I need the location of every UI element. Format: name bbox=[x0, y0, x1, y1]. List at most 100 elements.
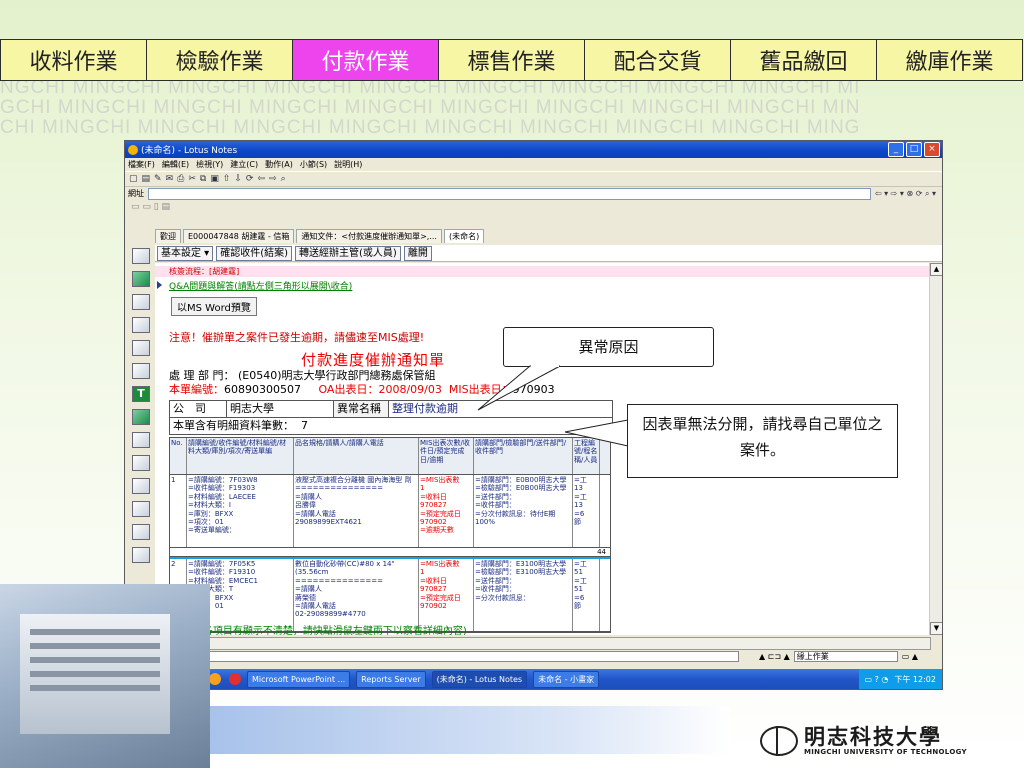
exception-value: 整理付款逾期 bbox=[392, 402, 458, 415]
university-logo: 明志科技大學 MINGCHI UNIVERSITY OF TECHNOLOGY bbox=[760, 722, 1000, 760]
nav-tab-payment[interactable]: 付款作業 bbox=[292, 39, 439, 81]
tab-mailbox[interactable]: E000047848 胡建霆 - 信箱 bbox=[183, 229, 295, 243]
arrow-up-icon[interactable]: ⇧ bbox=[223, 174, 231, 184]
mail-icon[interactable]: ✉ bbox=[166, 174, 174, 184]
address-input[interactable] bbox=[148, 187, 871, 200]
calendar-icon[interactable] bbox=[132, 294, 150, 310]
tab-untitled[interactable]: (未命名) bbox=[443, 229, 485, 243]
nav-tab-warehouse[interactable]: 繳庫作業 bbox=[876, 39, 1023, 81]
status-bar: ▲ ⊏⊐ ▲ 緣上作業 ▭ ▲ bbox=[147, 650, 942, 662]
tray-icons[interactable]: ▭ ? ◔ bbox=[865, 675, 889, 684]
paste-icon[interactable]: ▣ bbox=[210, 174, 219, 184]
grid-icon[interactable] bbox=[132, 432, 150, 448]
mail-bookmark-icon[interactable] bbox=[132, 271, 150, 287]
refresh-icon[interactable]: ⟳ bbox=[246, 174, 254, 184]
search-icon[interactable]: ⌕ bbox=[281, 174, 286, 184]
tab-welcome[interactable]: 歡迎 bbox=[155, 229, 181, 243]
university-logo-icon bbox=[760, 726, 798, 756]
task-powerpoint[interactable]: Microsoft PowerPoint ... bbox=[247, 670, 351, 688]
menu-section[interactable]: 小節(S) bbox=[300, 159, 327, 170]
top-navigation: 收料作業 檢驗作業 付款作業 標售作業 配合交貨 舊品繳回 繳庫作業 bbox=[0, 39, 1023, 81]
tab-notice[interactable]: 通知文件：<付款進度催辦通知單>,... bbox=[296, 229, 442, 243]
qa-section-link[interactable]: Q&A問題與解答(請點左側三角形以展開\收合) bbox=[169, 279, 352, 292]
secondary-toolbar-icons[interactable]: ▭ ▭ ▯ ▤ bbox=[131, 202, 170, 212]
address-label: 網址 bbox=[128, 189, 144, 198]
task-lotus-notes[interactable]: (未命名) - Lotus Notes bbox=[431, 670, 528, 688]
address-row: 網址 ⇦ ▾ ⇨ ▾ ⊗ ⟳ ⌕ ▾ bbox=[125, 187, 942, 200]
replicator-icon[interactable] bbox=[132, 363, 150, 379]
forward-manager-button[interactable]: 轉送經辦主管(或人員) bbox=[295, 245, 401, 261]
secondary-toolbar: ▭ ▭ ▯ ▤ bbox=[125, 200, 942, 213]
contacts-icon[interactable] bbox=[132, 317, 150, 333]
folder-bookmark-2-icon[interactable] bbox=[132, 478, 150, 494]
menu-actions[interactable]: 動作(A) bbox=[265, 159, 293, 170]
folder-bookmark-icon[interactable] bbox=[132, 455, 150, 471]
minimize-button[interactable]: _ bbox=[888, 142, 904, 157]
expand-triangle-icon[interactable] bbox=[157, 281, 162, 289]
browser-nav-icons[interactable]: ⇦ ▾ ⇨ ▾ ⊗ ⟳ ⌕ ▾ bbox=[875, 189, 936, 199]
location-field[interactable]: 緣上作業 bbox=[793, 650, 898, 662]
toolbar: ▢ ▤ ✎ ✉ ⎙ ✂ ⧉ ▣ ⇧ ⇩ ⟳ ⇦ ⇨ ⌕ bbox=[125, 171, 942, 187]
folder-icon[interactable]: ▤ bbox=[142, 174, 151, 184]
status-arrows-icon[interactable]: ▲ ⊏⊐ ▲ bbox=[759, 652, 790, 661]
oa-date-value: 2008/09/03 bbox=[378, 383, 442, 396]
campus-building-photo bbox=[0, 584, 210, 768]
logo-chinese-name: 明志科技大學 bbox=[804, 724, 942, 749]
nav-tab-auction[interactable]: 標售作業 bbox=[438, 39, 585, 81]
detail-count-value: 7 bbox=[301, 419, 308, 432]
detail-table: No. 請購編號/收件編號/材料編號/材料大類/庫別/項次/寄送單編 品名規格/… bbox=[169, 437, 611, 633]
task-reports-server[interactable]: Reports Server bbox=[356, 670, 426, 688]
print-icon[interactable]: ⎙ bbox=[177, 174, 184, 184]
todo-icon[interactable] bbox=[132, 340, 150, 356]
document-number-line: 本單編號：60890300507 OA出表日：2008/09/03 MIS出表日… bbox=[169, 381, 555, 397]
bottom-note-link[interactable]: (若上列各項目有顯示不清楚，請快點滑鼠左鍵兩下以察看詳細內容) bbox=[169, 622, 467, 635]
window-titlebar: (未命名) - Lotus Notes _ □ × bbox=[125, 141, 942, 158]
confirm-receipt-button[interactable]: 確認收件(結案) bbox=[216, 245, 293, 261]
exit-button[interactable]: 離開 bbox=[403, 245, 432, 261]
back-icon[interactable]: ⇦ bbox=[257, 174, 265, 184]
nav-tab-receiving[interactable]: 收料作業 bbox=[0, 39, 147, 81]
arrow-down-icon[interactable]: ⇩ bbox=[234, 174, 242, 184]
scroll-up-icon[interactable]: ▲ bbox=[930, 263, 942, 276]
table-row[interactable]: 2 =請購編號：7F05K5 =收件編號：F19310 =材料編號：EMCEC1… bbox=[170, 557, 610, 632]
quicklaunch-icon[interactable] bbox=[229, 673, 241, 685]
close-button[interactable]: × bbox=[924, 142, 940, 157]
menu-file[interactable]: 檔案(F) bbox=[128, 159, 155, 170]
edit-icon[interactable]: ✎ bbox=[154, 174, 162, 184]
briefcase-icon[interactable] bbox=[132, 409, 150, 425]
basic-settings-button[interactable]: 基本設定 ▾ bbox=[157, 245, 214, 261]
table-row[interactable]: 1 =請購編號：7F03W8 =收件編號：F19303 =材料編號：LAECEE… bbox=[170, 475, 610, 548]
clock: 下午 12:02 bbox=[894, 674, 936, 684]
cut-icon[interactable]: ✂ bbox=[188, 174, 196, 184]
status-inbox-icon[interactable]: ▭ ▲ bbox=[902, 652, 918, 661]
open-icon[interactable]: ▢ bbox=[129, 174, 138, 184]
word-preview-button[interactable]: 以MS Word預覽 bbox=[171, 297, 257, 316]
nav-tab-return[interactable]: 舊品繳回 bbox=[730, 39, 877, 81]
overdue-notice: 注意！催辦單之案件已發生逾期，請儘速至MIS處理! bbox=[169, 331, 425, 344]
nav-tab-inspection[interactable]: 檢驗作業 bbox=[146, 39, 293, 81]
forward-icon[interactable]: ⇨ bbox=[269, 174, 277, 184]
menu-edit[interactable]: 編輯(E) bbox=[162, 159, 189, 170]
scroll-down-icon[interactable]: ▼ bbox=[930, 622, 942, 635]
menu-create[interactable]: 建立(C) bbox=[230, 159, 258, 170]
oa-date-label: OA出表日： bbox=[318, 383, 379, 396]
company-label: 公 司 bbox=[170, 401, 227, 417]
folder-bookmark-3-icon[interactable] bbox=[132, 501, 150, 517]
decorative-blue-band bbox=[210, 706, 730, 754]
home-icon[interactable] bbox=[132, 248, 150, 264]
task-paint[interactable]: 未命名 - 小畫家 bbox=[533, 670, 600, 688]
copy-icon[interactable]: ⧉ bbox=[200, 174, 206, 184]
menu-help[interactable]: 說明(H) bbox=[334, 159, 362, 170]
folder-bookmark-4-icon[interactable] bbox=[132, 547, 150, 563]
window-tabs: 歡迎 E000047848 胡建霆 - 信箱 通知文件：<付款進度催辦通知單>,… bbox=[155, 229, 486, 243]
vertical-scrollbar[interactable]: ▲ ▼ bbox=[929, 263, 942, 635]
text-bookmark-icon[interactable]: T bbox=[132, 386, 150, 402]
maximize-button[interactable]: □ bbox=[906, 142, 922, 157]
menu-view[interactable]: 檢視(Y) bbox=[196, 159, 223, 170]
database-icon[interactable] bbox=[132, 524, 150, 540]
logo-english-name: MINGCHI UNIVERSITY OF TECHNOLOGY bbox=[804, 748, 967, 756]
mis-date-value: 970903 bbox=[512, 383, 555, 396]
quicklaunch-icon[interactable] bbox=[209, 673, 221, 685]
nav-tab-delivery[interactable]: 配合交貨 bbox=[584, 39, 731, 81]
horizontal-scrollbar[interactable] bbox=[147, 637, 931, 650]
